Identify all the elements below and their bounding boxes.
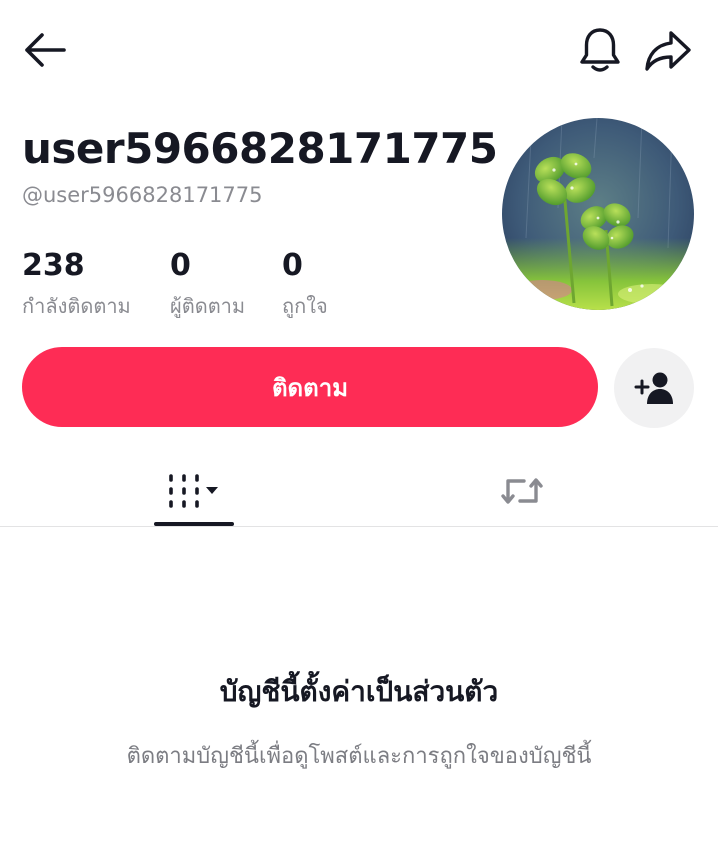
clover-photo <box>502 118 694 310</box>
private-account-subtitle: ติดตามบัญชีนี้เพื่อดูโพสต์และการถูกใจของ… <box>126 744 592 769</box>
tab-videos[interactable] <box>154 456 234 526</box>
following-count[interactable]: 238 <box>22 248 85 283</box>
profile-display-name: user5966828171775 <box>22 124 498 173</box>
following-label[interactable]: กำลังติดตาม <box>22 290 131 322</box>
private-account-title: บัญชีนี้ตั้งค่าเป็นส่วนตัว <box>219 675 499 708</box>
followers-label[interactable]: ผู้ติดตาม <box>170 290 245 322</box>
avatar[interactable] <box>502 118 694 310</box>
grid-dropdown-icon <box>169 474 218 508</box>
bell-icon <box>580 28 620 72</box>
back-button[interactable] <box>18 28 70 72</box>
arrow-left-icon <box>25 33 66 67</box>
add-friend-button[interactable] <box>614 348 694 428</box>
share-forward-icon <box>645 31 691 71</box>
person-add-icon <box>634 372 673 404</box>
profile-handle: @user5966828171775 <box>22 183 263 207</box>
tabs-divider <box>0 526 718 527</box>
followers-count[interactable]: 0 <box>170 248 191 283</box>
follow-button[interactable]: ติดตาม <box>22 347 598 427</box>
likes-label: ถูกใจ <box>282 294 328 318</box>
share-button[interactable] <box>640 26 696 76</box>
repost-icon <box>501 478 543 504</box>
notification-bell-button[interactable] <box>574 24 626 76</box>
tab-reposts[interactable] <box>482 456 562 526</box>
likes-count: 0 <box>282 248 303 283</box>
